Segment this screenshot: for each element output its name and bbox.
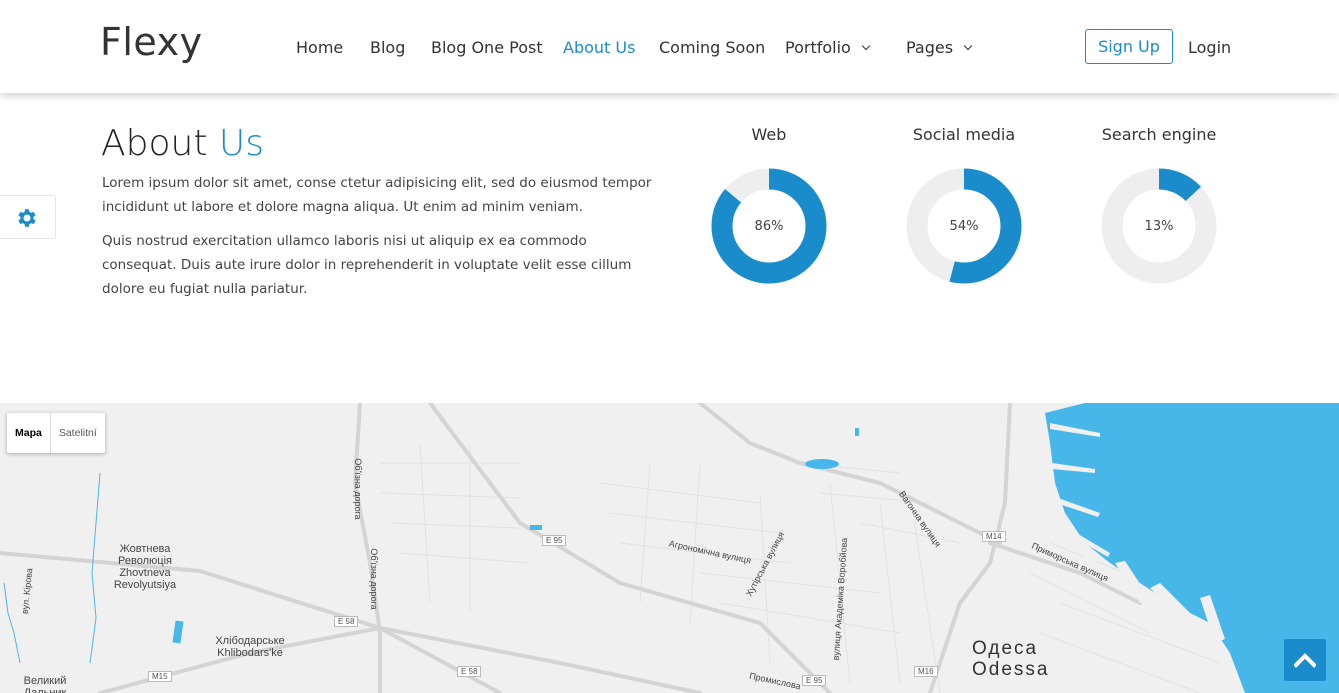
road-badge: E 58 [334,616,359,627]
map-label-odesa-uk: Одеса [972,638,1039,659]
road-badge: E 95 [542,535,567,546]
stat-web: Web 86% [704,123,834,284]
gear-icon [18,209,36,227]
stat-value: 86% [754,219,784,234]
title-accent: Us [218,123,264,164]
map[interactable]: Mapa Satelitní Жовтнева Революція Zhovtn… [0,403,1339,693]
nav-portfolio-label: Portfolio [785,38,851,57]
page-title: About Us [101,123,264,164]
map-label-khlibodarske: Хлібодарське Khlibodars'ke [215,635,285,659]
stat-value: 54% [949,219,979,234]
road-badge: M14 [982,531,1006,542]
road-badge: M15 [148,671,172,682]
site-header: Flexy Home Blog Blog One Post About Us C… [0,0,1339,93]
map-label-odesa: Одеса Odessa [972,638,1049,680]
about-paragraph-2: Quis nostrud exercitation ullamco labori… [102,233,632,297]
map-type-satellite-button[interactable]: Satelitní [51,413,105,453]
map-label-velykyi: Великий Дальник [23,675,67,693]
signup-button[interactable]: Sign Up [1085,29,1173,64]
stat-label: Social media [912,125,1016,144]
title-main: About [101,123,208,164]
stat-search-engine: Search engine 13% [1094,123,1224,284]
nav-portfolio[interactable]: Portfolio [785,38,871,57]
back-to-top-button[interactable] [1284,639,1326,681]
stat-label: Web [751,125,787,144]
login-link[interactable]: Login [1188,38,1231,57]
chevron-down-icon [963,41,973,51]
nav-coming-soon[interactable]: Coming Soon [659,38,765,57]
map-label-zhovtneva: Жовтнева Революція Zhovtneva Revolyutsiy… [113,543,177,591]
about-paragraph-1: Lorem ipsum dolor sit amet, conse ctetur… [102,175,652,215]
road-badge: E 58 [457,666,482,677]
nav-home[interactable]: Home [296,38,343,57]
map-type-control: Mapa Satelitní [7,413,105,453]
nav-pages-label: Pages [906,38,954,57]
nav-blog-one-post[interactable]: Blog One Post [431,38,543,57]
stat-social-media: Social media 54% [899,123,1029,284]
stat-label: Search engine [1101,125,1217,144]
road-badge: E 95 [802,675,827,686]
map-type-map-button[interactable]: Mapa [7,413,51,453]
map-label-obizna-1: Об'їзна дорога [353,458,363,520]
map-label-odesa-en: Odessa [972,659,1050,680]
road-badge: M16 [914,666,938,677]
nav-blog[interactable]: Blog [370,38,405,57]
chevron-up-icon [1294,653,1316,668]
nav-about-us[interactable]: About Us [563,38,635,57]
stat-value: 13% [1144,219,1174,234]
map-label-obizna-2: Об'їзна дорога [369,548,379,610]
logo[interactable]: Flexy [100,20,203,64]
nav-pages[interactable]: Pages [906,38,973,57]
chevron-down-icon [861,41,871,51]
settings-toggle[interactable] [0,195,56,239]
